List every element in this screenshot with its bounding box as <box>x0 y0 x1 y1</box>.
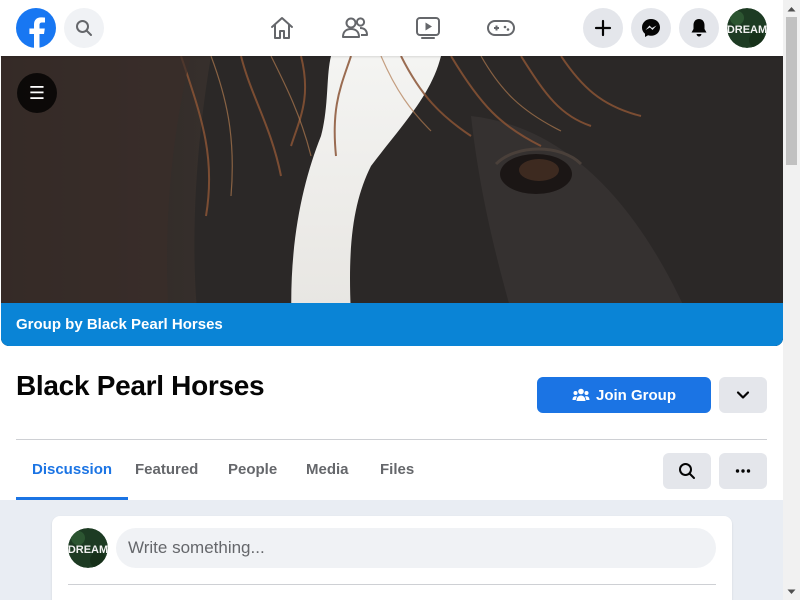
scroll-up-icon[interactable] <box>783 0 800 17</box>
group-tabs: Discussion Featured People Media Files <box>16 440 767 500</box>
tab-featured[interactable]: Featured <box>119 440 214 500</box>
page-title: Black Pearl Horses <box>16 370 265 401</box>
divider <box>68 584 716 585</box>
chevron-down-icon[interactable] <box>719 377 767 413</box>
messenger-icon[interactable] <box>631 8 671 48</box>
scrollbar-thumb[interactable] <box>786 17 797 165</box>
post-composer: DREAM <box>52 516 732 600</box>
avatar[interactable]: DREAM <box>68 528 108 568</box>
scrollbar[interactable] <box>783 0 800 600</box>
group-header: ☰ Group by Black Pearl Horses Black Pear… <box>0 56 783 500</box>
join-group-label: Join Group <box>596 386 676 404</box>
join-group-button[interactable]: Join Group <box>537 377 711 413</box>
watch-icon[interactable] <box>410 10 446 46</box>
notifications-icon[interactable] <box>679 8 719 48</box>
tab-people[interactable]: People <box>212 440 293 500</box>
home-icon[interactable] <box>264 10 300 46</box>
cover-photo: ☰ Group by Black Pearl Horses <box>1 56 783 346</box>
write-something-input[interactable] <box>116 528 716 568</box>
cover-banner: Group by Black Pearl Horses <box>1 303 783 346</box>
hamburger-menu-icon[interactable]: ☰ <box>17 73 57 113</box>
avatar-text: DREAM <box>68 544 108 556</box>
search-icon[interactable] <box>663 453 711 489</box>
scroll-down-icon[interactable] <box>783 583 800 600</box>
top-navigation-bar: DREAM <box>0 0 783 56</box>
plus-icon[interactable] <box>583 8 623 48</box>
tab-files[interactable]: Files <box>364 440 430 500</box>
more-horizontal-icon[interactable] <box>719 453 767 489</box>
avatar[interactable]: DREAM <box>727 8 767 48</box>
facebook-logo-icon[interactable] <box>16 8 56 48</box>
tab-media[interactable]: Media <box>290 440 365 500</box>
friends-icon[interactable] <box>337 10 373 46</box>
gaming-icon[interactable] <box>483 10 519 46</box>
avatar-text: DREAM <box>727 24 767 36</box>
people-icon <box>572 388 590 401</box>
tab-discussion[interactable]: Discussion <box>16 440 129 500</box>
search-icon[interactable] <box>64 8 104 48</box>
